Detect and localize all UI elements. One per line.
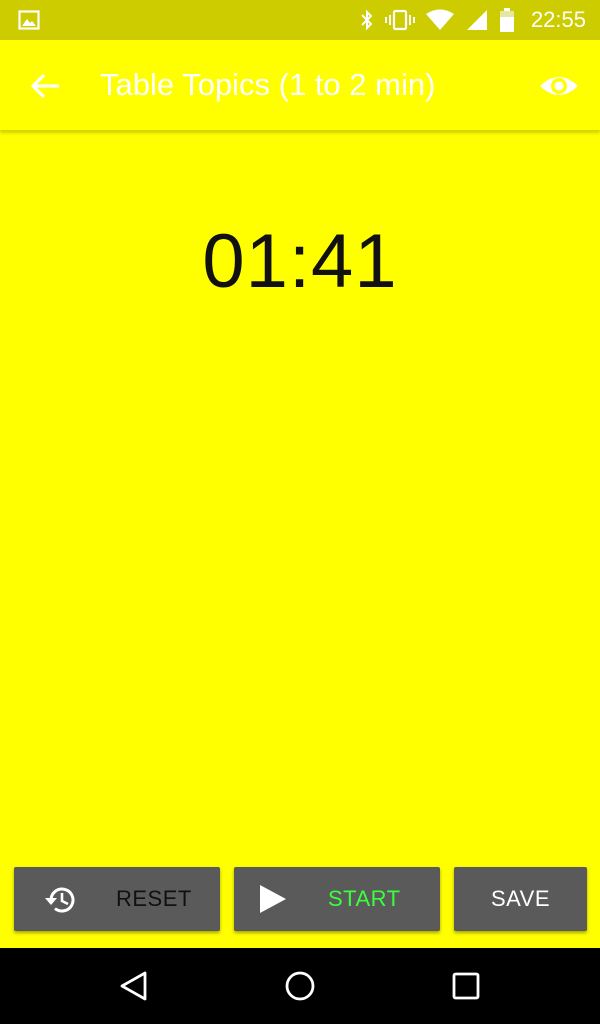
signal-icon [466,10,487,30]
app-bar: Table Topics (1 to 2 min) [0,40,600,131]
battery-icon [499,8,514,32]
back-triangle-icon[interactable] [116,968,152,1004]
navigation-bar [0,948,600,1024]
play-icon [260,885,286,913]
reset-label: RESET [116,886,192,911]
status-icons: 22:55 [359,0,586,40]
home-circle-icon[interactable] [282,968,318,1004]
recents-square-icon[interactable] [448,968,484,1004]
status-time: 22:55 [530,7,586,32]
page-title: Table Topics (1 to 2 min) [100,67,436,102]
timer-screen: 22:55 Table Topics (1 to 2 min) 01:41 RE… [0,0,600,1024]
timer-display: 01:41 [202,219,398,304]
status-bar: 22:55 [0,0,600,40]
wifi-icon [425,9,454,30]
history-icon [45,887,75,913]
save-button[interactable]: SAVE [454,867,587,931]
start-button[interactable]: START [234,867,440,931]
arrow-back-icon[interactable] [28,68,64,104]
image-icon [18,10,40,30]
start-label: START [328,886,401,911]
save-label: SAVE [490,886,551,911]
bluetooth-icon [361,9,373,31]
reset-button[interactable]: RESET [14,867,220,931]
vibrate-icon [384,9,415,31]
eye-icon[interactable] [538,66,580,106]
